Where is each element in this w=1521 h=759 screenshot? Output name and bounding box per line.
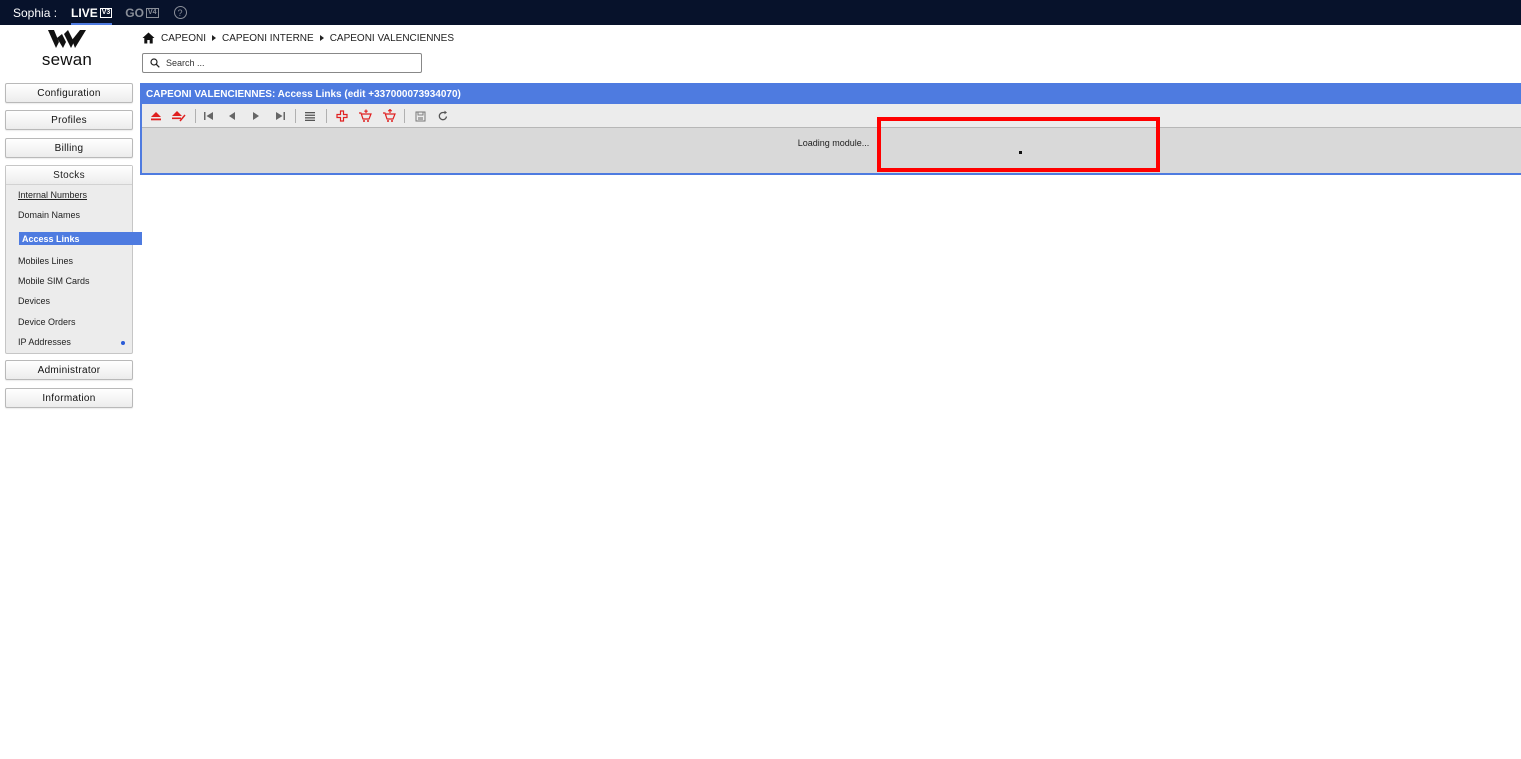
sewan-logo-mark-icon [48, 30, 86, 48]
sidebar-item-internal-numbers[interactable]: Internal Numbers [18, 190, 87, 200]
last-page-icon[interactable] [272, 108, 288, 124]
env-live-label: LIVE [71, 5, 98, 20]
search-box[interactable] [142, 53, 422, 73]
access-links-panel: CAPEONI VALENCIENNES: Access Links (edit… [140, 83, 1521, 175]
env-go-version: V4 [145, 7, 159, 18]
panel-toolbar [142, 104, 1521, 128]
breadcrumb-separator-icon [212, 35, 217, 41]
breadcrumb-item-capeoni[interactable]: CAPEONI [161, 33, 206, 44]
reload-icon[interactable] [435, 108, 451, 124]
sidebar-information-button[interactable]: Information [5, 388, 133, 408]
cart-remove-icon[interactable] [381, 108, 397, 124]
user-label: Sophia : [13, 5, 58, 20]
sidebar-billing-button[interactable]: Billing [5, 138, 133, 158]
eject-icon[interactable] [148, 108, 164, 124]
sidebar-item-devices[interactable]: Devices [18, 296, 50, 306]
toolbar-separator [195, 109, 196, 123]
next-icon[interactable] [248, 108, 264, 124]
breadcrumb: CAPEONI CAPEONI INTERNE CAPEONI VALENCIE… [142, 31, 454, 45]
search-input[interactable] [166, 58, 406, 68]
sewan-wordmark: sewan [41, 50, 93, 69]
first-page-icon[interactable] [200, 108, 216, 124]
panel-title: CAPEONI VALENCIENNES: Access Links (edit… [142, 85, 1521, 104]
breadcrumb-item-capeoni-interne[interactable]: CAPEONI INTERNE [222, 33, 314, 44]
cart-add-icon[interactable] [357, 108, 373, 124]
previous-icon[interactable] [224, 108, 240, 124]
search-icon [150, 58, 160, 68]
sewan-logo[interactable]: sewan [34, 28, 100, 74]
env-live-tab[interactable]: LIVE V3 [71, 0, 113, 25]
sidebar-configuration-button[interactable]: Configuration [5, 83, 133, 103]
add-icon[interactable] [334, 108, 350, 124]
sidebar-item-access-links[interactable]: Access Links [19, 232, 142, 245]
sidebar-stocks-button[interactable]: Stocks [6, 166, 132, 185]
sidebar-item-mobiles-lines[interactable]: Mobiles Lines [18, 256, 73, 266]
breadcrumb-separator-icon [319, 35, 324, 41]
list-icon[interactable] [302, 108, 318, 124]
highlight-box [877, 117, 1160, 172]
sidebar-item-ip-addresses[interactable]: IP Addresses [18, 337, 71, 347]
home-icon[interactable] [142, 32, 155, 44]
save-icon[interactable] [412, 108, 428, 124]
breadcrumb-item-capeoni-valenciennes[interactable]: CAPEONI VALENCIENNES [330, 33, 454, 44]
env-live-version: V3 [99, 7, 113, 18]
loading-module-text: Loading module... [797, 138, 870, 148]
env-go-tab[interactable]: GO V4 [125, 0, 159, 25]
eject-edit-icon[interactable] [171, 108, 187, 124]
env-go-label: GO [125, 5, 144, 20]
top-bar: Sophia : LIVE V3 GO V4 ? [0, 0, 1521, 25]
sidebar-profiles-button[interactable]: Profiles [5, 110, 133, 130]
toolbar-separator [326, 109, 327, 123]
sidebar-item-device-orders[interactable]: Device Orders [18, 317, 76, 327]
sidebar-administrator-button[interactable]: Administrator [5, 360, 133, 380]
toolbar-separator [295, 109, 296, 123]
ip-addresses-indicator-dot [121, 341, 125, 345]
sidebar-item-domain-names[interactable]: Domain Names [18, 210, 80, 220]
help-circle-icon[interactable]: ? [173, 6, 187, 19]
sidebar-item-mobile-sim-cards[interactable]: Mobile SIM Cards [18, 276, 90, 286]
toolbar-separator [404, 109, 405, 123]
